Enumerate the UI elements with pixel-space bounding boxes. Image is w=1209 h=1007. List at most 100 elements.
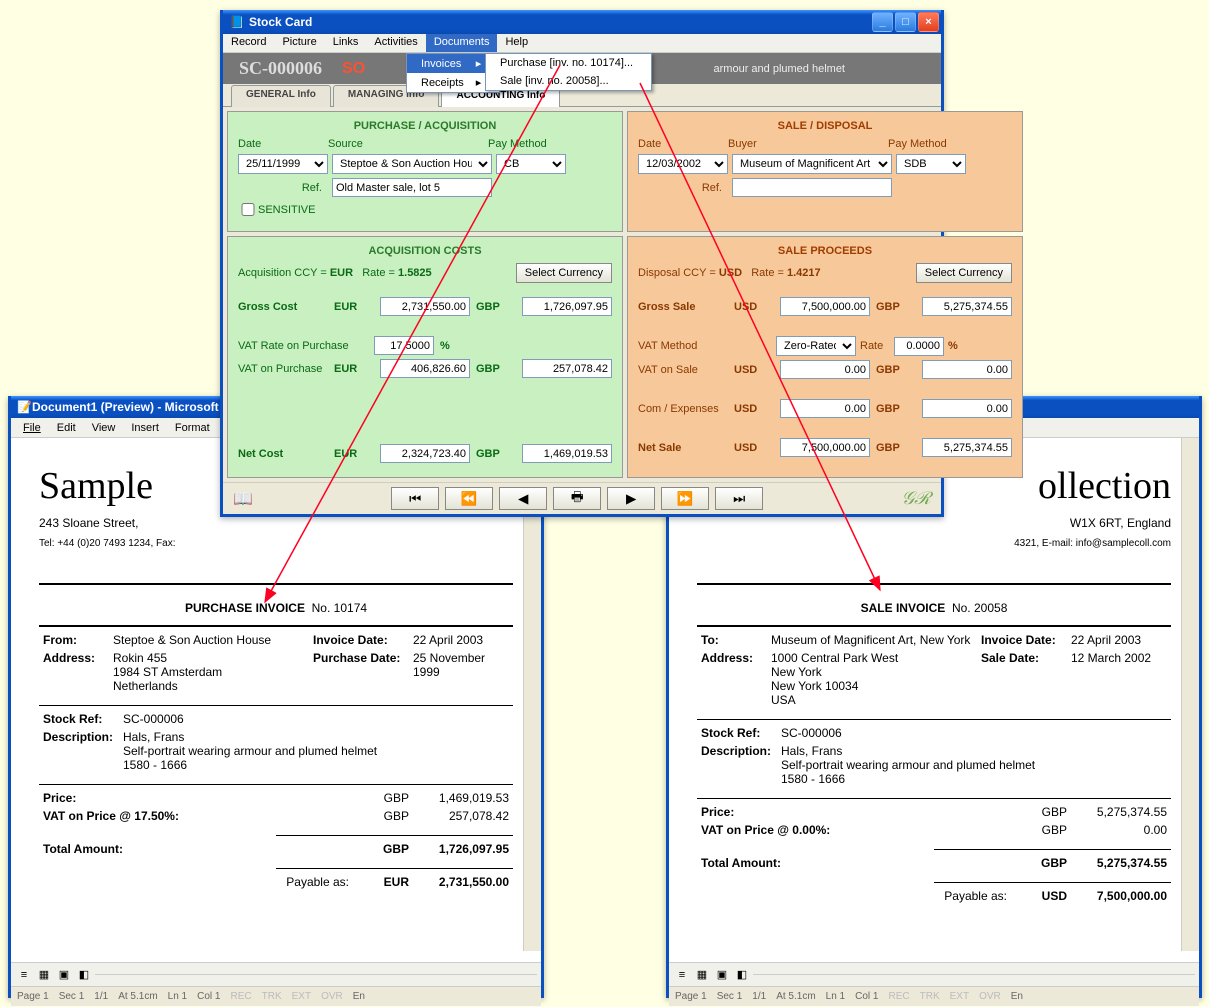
scrollbar[interactable] — [1181, 438, 1199, 951]
print-view-icon[interactable]: ▣ — [55, 966, 73, 984]
nav-print[interactable]: 🖶 — [553, 487, 601, 510]
invoice-total: Total Amount:GBP5,275,374.55 — [697, 854, 1171, 872]
net-sale-usd[interactable] — [780, 438, 870, 457]
invoice-body: Stock Ref:SC-000006 Description: Hals, F… — [39, 710, 513, 774]
word-statusbar: Page 1Sec 11/1 At 5.1cmLn 1Col 1 RECTRKE… — [669, 986, 1199, 1006]
invoice-title: PURCHASE INVOICE No. 10174 — [39, 601, 513, 615]
vat-sale-gbp[interactable] — [922, 360, 1012, 379]
com-gbp[interactable] — [922, 399, 1012, 418]
tab-general[interactable]: GENERAL Info — [231, 85, 331, 107]
purchase-pay[interactable]: CB — [496, 154, 566, 174]
stock-id: SC-000006 — [239, 58, 322, 79]
window-title: Stock Card — [249, 15, 312, 29]
com-usd[interactable] — [780, 399, 870, 418]
net-sale-gbp[interactable] — [922, 438, 1012, 457]
purchase-panel: PURCHASE / ACQUISITION Date Source Pay M… — [227, 111, 623, 232]
gross-cost-eur[interactable] — [380, 297, 470, 316]
menu-documents[interactable]: Documents — [426, 34, 498, 52]
web-view-icon[interactable]: ▦ — [35, 966, 53, 984]
invoice-header: To: Museum of Magnificent Art, New York … — [697, 631, 1171, 709]
menu-file[interactable]: File — [15, 420, 49, 437]
invoice-amounts: Price:GBP1,469,019.53 VAT on Price @ 17.… — [39, 789, 513, 825]
nav-prev[interactable]: ◀ — [499, 487, 547, 510]
word-view-toolbar[interactable]: ≡ ▦ ▣ ◧ — [669, 962, 1199, 986]
submenu-purchase-invoice[interactable]: Purchase [inv. no. 10174]... — [486, 54, 651, 72]
net-cost-gbp[interactable] — [522, 444, 612, 463]
menu-edit[interactable]: Edit — [49, 420, 84, 437]
vat-method[interactable]: Zero-Rated — [776, 336, 856, 356]
normal-view-icon[interactable]: ≡ — [673, 966, 691, 984]
sale-pay[interactable]: SDB — [896, 154, 966, 174]
minimize-button[interactable]: _ — [872, 12, 893, 32]
sale-proceeds-panel: SALE PROCEEDS Disposal CCY = USD Rate = … — [627, 236, 1023, 478]
titlebar[interactable]: 📘 Stock Card _ □ × — [223, 10, 941, 34]
menu-format[interactable]: Format — [167, 420, 218, 437]
accounting-body: PURCHASE / ACQUISITION Date Source Pay M… — [223, 106, 941, 482]
word-statusbar: Page 1Sec 11/1 At 5.1cmLn 1Col 1 RECTRKE… — [11, 986, 541, 1006]
menu-record[interactable]: Record — [223, 34, 274, 52]
word-page-left: Sample 243 Sloane Street, Tel: +44 (0)20… — [11, 446, 541, 954]
acq-costs-panel: ACQUISITION COSTS Acquisition CCY = EUR … — [227, 236, 623, 478]
sensitive-checkbox[interactable] — [238, 203, 258, 216]
header-desc: armour and plumed helmet — [714, 63, 845, 75]
vat-sale-usd[interactable] — [780, 360, 870, 379]
menu-links[interactable]: Links — [325, 34, 367, 52]
outline-view-icon[interactable]: ◧ — [75, 966, 93, 984]
invoice-payable: Payable as:EUR2,731,550.00 — [39, 873, 513, 891]
nav-next[interactable]: ▶ — [607, 487, 655, 510]
invoice-total: Total Amount:GBP1,726,097.95 — [39, 840, 513, 858]
sale-buyer[interactable]: Museum of Magnificent Art — [732, 154, 892, 174]
normal-view-icon[interactable]: ≡ — [15, 966, 33, 984]
purchase-source[interactable]: Steptoe & Son Auction Hou — [332, 154, 492, 174]
signature-icon[interactable]: 𝒢ℛ — [901, 488, 931, 509]
net-cost-eur[interactable] — [380, 444, 470, 463]
chevron-right-icon: ▸ — [476, 57, 482, 70]
nav-last[interactable]: ⏭ — [715, 487, 763, 510]
purchase-date[interactable]: 25/11/1999 — [238, 154, 328, 174]
menu-help[interactable]: Help — [497, 34, 536, 52]
purchase-ref[interactable] — [332, 178, 492, 197]
sold-badge: SO — [342, 60, 365, 78]
menu-insert[interactable]: Insert — [123, 420, 167, 437]
word-view-toolbar[interactable]: ≡ ▦ ▣ ◧ — [11, 962, 541, 986]
menu-view[interactable]: View — [84, 420, 124, 437]
print-view-icon[interactable]: ▣ — [713, 966, 731, 984]
vat-purchase-gbp[interactable] — [522, 359, 612, 378]
menu-picture[interactable]: Picture — [274, 34, 324, 52]
select-currency-button[interactable]: Select Currency — [916, 263, 1012, 283]
company-address2: 4321, E-mail: info@samplecoll.com — [697, 538, 1171, 549]
web-view-icon[interactable]: ▦ — [693, 966, 711, 984]
invoice-title: SALE INVOICE No. 20058 — [697, 601, 1171, 615]
vat-rate-purchase[interactable] — [374, 336, 434, 355]
maximize-button[interactable]: □ — [895, 12, 916, 32]
select-currency-button[interactable]: Select Currency — [516, 263, 612, 283]
vat-purchase-eur[interactable] — [380, 359, 470, 378]
app-icon: 📘 — [229, 14, 245, 30]
invoice-payable: Payable as:USD7,500,000.00 — [697, 887, 1171, 905]
book-icon[interactable]: 📖 — [233, 489, 253, 509]
nav-next-page[interactable]: ⏩ — [661, 487, 709, 510]
word-title: Document1 (Preview) - Microsoft — [32, 400, 219, 414]
chevron-right-icon: ▸ — [476, 76, 482, 89]
invoice-header: From: Steptoe & Son Auction House Invoic… — [39, 631, 513, 695]
stock-card-window: 📘 Stock Card _ □ × Record Picture Links … — [220, 10, 944, 517]
gross-sale-usd[interactable] — [780, 297, 870, 316]
sale-panel: SALE / DISPOSAL Date Buyer Pay Method 12… — [627, 111, 1023, 232]
menubar[interactable]: Record Picture Links Activities Document… — [223, 34, 941, 53]
gross-cost-gbp[interactable] — [522, 297, 612, 316]
nav-first[interactable]: ⏮ — [391, 487, 439, 510]
gross-sale-gbp[interactable] — [922, 297, 1012, 316]
menu-activities[interactable]: Activities — [366, 34, 425, 52]
company-address1: 243 Sloane Street, — [39, 516, 513, 530]
vat-rate-sale[interactable] — [894, 337, 944, 356]
nav-prev-page[interactable]: ⏪ — [445, 487, 493, 510]
close-button[interactable]: × — [918, 12, 939, 32]
sale-ref[interactable] — [732, 178, 892, 197]
submenu-sale-invoice[interactable]: Sale [inv. no. 20058]... — [486, 72, 651, 90]
invoice-amounts: Price:GBP5,275,374.55 VAT on Price @ 0.0… — [697, 803, 1171, 839]
outline-view-icon[interactable]: ◧ — [733, 966, 751, 984]
nav-footer: 📖 ⏮ ⏪ ◀ 🖶 ▶ ⏩ ⏭ 𝒢ℛ — [223, 482, 941, 514]
company-address1: W1X 6RT, England — [697, 516, 1171, 530]
sale-date[interactable]: 12/03/2002 — [638, 154, 728, 174]
invoices-submenu[interactable]: Purchase [inv. no. 10174]... Sale [inv. … — [485, 53, 652, 91]
